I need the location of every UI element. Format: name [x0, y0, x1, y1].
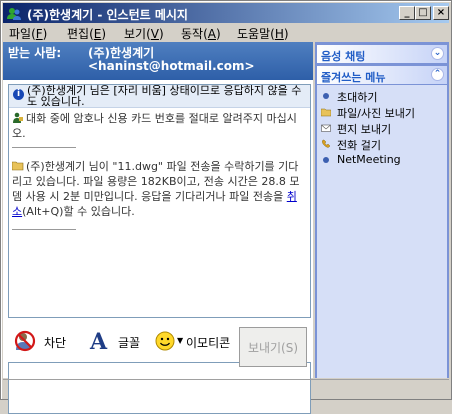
smiley-icon: [155, 331, 175, 351]
chevron-down-icon[interactable]: ⌄: [431, 47, 444, 60]
task-send-file-label: 파일/사진 보내기: [337, 107, 416, 120]
bullet-icon: [323, 93, 329, 99]
recipient-email: <haninst@hotmail.com>: [88, 59, 255, 73]
message-divider: [12, 147, 76, 148]
favorites-panel: 초대하기 파일/사진 보내기 편지 보내기 전화 걸기 NetMeeting: [317, 85, 447, 378]
folder-icon: [12, 161, 24, 171]
menu-action[interactable]: 동작(A): [181, 25, 221, 42]
menu-view[interactable]: 보기(V): [124, 25, 164, 42]
favorites-label: 즐겨쓰는 메뉴: [321, 71, 386, 84]
send-button[interactable]: 보내기(S): [239, 327, 307, 367]
folder-icon: [321, 108, 331, 117]
task-phone-call-label: 전화 걸기: [337, 139, 381, 152]
away-status-notice: i (주)한생계기 님은 [자리 비움] 상태이므로 응답하지 않을 수도 있습…: [9, 85, 310, 108]
window-title: (주)한생계기 - 인스턴트 메시지: [27, 8, 188, 22]
envelope-icon: [321, 124, 331, 132]
menu-help[interactable]: 도움말(H): [237, 25, 289, 42]
svg-text:A: A: [89, 330, 108, 352]
task-netmeeting-label: NetMeeting: [337, 153, 401, 166]
file-transfer-message: (주)한생계기 님이 "11.dwg" 파일 전송을 수락하기를 기다리고 있습…: [12, 159, 306, 219]
favorites-header[interactable]: 즐겨쓰는 메뉴 ⌃: [317, 66, 447, 84]
menu-edit[interactable]: 편집(E): [67, 25, 106, 42]
recipient-bar: 받는 사람: (주)한생계기 <haninst@hotmail.com>: [3, 42, 313, 80]
messenger-app-icon: [7, 8, 21, 20]
emoticon-button[interactable]: ▼ 이모티콘: [154, 330, 250, 352]
minimize-button[interactable]: _: [399, 6, 415, 20]
font-label: 글꼴: [118, 336, 141, 350]
menu-file[interactable]: 파일(F): [9, 25, 47, 42]
emoticon-label: 이모티콘: [186, 336, 231, 350]
title-bar[interactable]: (주)한생계기 - 인스턴트 메시지 _ □ ×: [3, 3, 449, 23]
block-button[interactable]: 차단: [14, 330, 74, 352]
block-label: 차단: [44, 336, 67, 350]
block-icon: [14, 330, 36, 352]
info-icon: i: [13, 89, 24, 100]
recipient-label: 받는 사람:: [8, 46, 62, 60]
task-sidebar: 음성 채팅 ⌄ 즐겨쓰는 메뉴 ⌃ 초대하기 파일/사진 보내기 편지 보내기 …: [315, 42, 449, 378]
message-divider: [12, 229, 76, 230]
maximize-button[interactable]: □: [415, 6, 431, 20]
messenger-window: (주)한생계기 - 인스턴트 메시지 _ □ × 파일(F) 편집(E) 보기(…: [0, 0, 452, 414]
security-person-icon: [13, 112, 23, 123]
close-button[interactable]: ×: [433, 6, 449, 20]
security-warning: 대화 중에 암호나 신용 카드 번호를 절대로 알려주지 마십시오.: [12, 111, 306, 141]
dropdown-arrow-icon: ▼: [177, 336, 184, 345]
task-send-mail-label: 편지 보내기: [337, 123, 392, 136]
voice-chat-header[interactable]: 음성 채팅 ⌄: [317, 45, 447, 63]
away-status-text: (주)한생계기 님은 [자리 비움] 상태이므로 응답하지 않을 수도 있습니다…: [27, 84, 302, 108]
file-transfer-text: (주)한생계기 님이 "11.dwg" 파일 전송을 수락하기를 기다리고 있습…: [12, 160, 300, 203]
voice-chat-label: 음성 채팅: [321, 50, 366, 63]
bullet-icon: [323, 157, 329, 163]
file-transfer-tail: (Alt+Q)할 수 있습니다.: [22, 205, 135, 218]
security-warning-text: 대화 중에 암호나 신용 카드 번호를 절대로 알려주지 마십시오.: [12, 112, 297, 140]
status-bar: [3, 379, 449, 398]
menu-bar: 파일(F) 편집(E) 보기(V) 동작(A) 도움말(H): [3, 23, 449, 42]
phone-icon: [322, 139, 331, 148]
task-invite-label: 초대하기: [337, 91, 378, 104]
chevron-up-icon[interactable]: ⌃: [431, 68, 444, 81]
message-history[interactable]: i (주)한생계기 님은 [자리 비움] 상태이므로 응답하지 않을 수도 있습…: [8, 84, 311, 318]
font-button[interactable]: A 글꼴: [88, 330, 144, 352]
font-icon: A: [89, 330, 108, 352]
